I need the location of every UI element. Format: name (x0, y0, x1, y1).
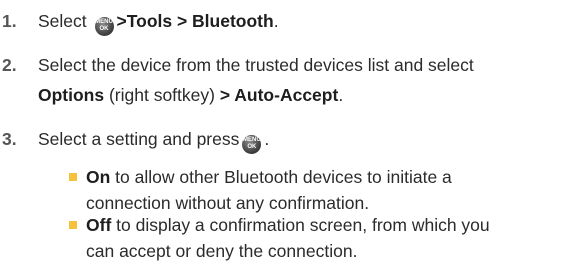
menu-path: >Tools > Bluetooth (116, 11, 274, 31)
menu-path: > Auto-Accept (219, 85, 339, 105)
sub-item-line2: can accept or deny the connection. (86, 241, 358, 261)
step-select-word: Select (38, 11, 87, 31)
sub-item-line1: Off to display a confirmation screen, fr… (86, 215, 490, 235)
sub-item-line1: On to allow other Bluetooth devices to i… (86, 167, 452, 187)
step-text-line2: Options (right softkey) > Auto-Accept. (38, 85, 344, 105)
step-number: 2. (2, 55, 17, 75)
instruction-document: 1. Select MENU OK >Tools > Bluetooth. 2. S… (0, 0, 579, 265)
step-text: Select MENU OK >Tools > Bluetooth. (38, 8, 279, 36)
step-text-line1: Select the device from the trusted devic… (38, 55, 474, 75)
sub-item-term: Off (86, 215, 112, 235)
step-text: Select a setting and press MENU OK. (38, 126, 269, 154)
bullet-square-icon (69, 173, 77, 181)
step-number: 1. (2, 11, 17, 31)
menu-ok-key-icon: MENU OK (94, 17, 114, 36)
menu-ok-key-icon: MENU OK (242, 135, 262, 154)
options-term: Options (38, 85, 105, 105)
bullet-square-icon (69, 221, 77, 229)
step-number: 3. (2, 129, 17, 149)
step-period: . (273, 11, 279, 31)
sub-item-term: On (86, 167, 111, 187)
